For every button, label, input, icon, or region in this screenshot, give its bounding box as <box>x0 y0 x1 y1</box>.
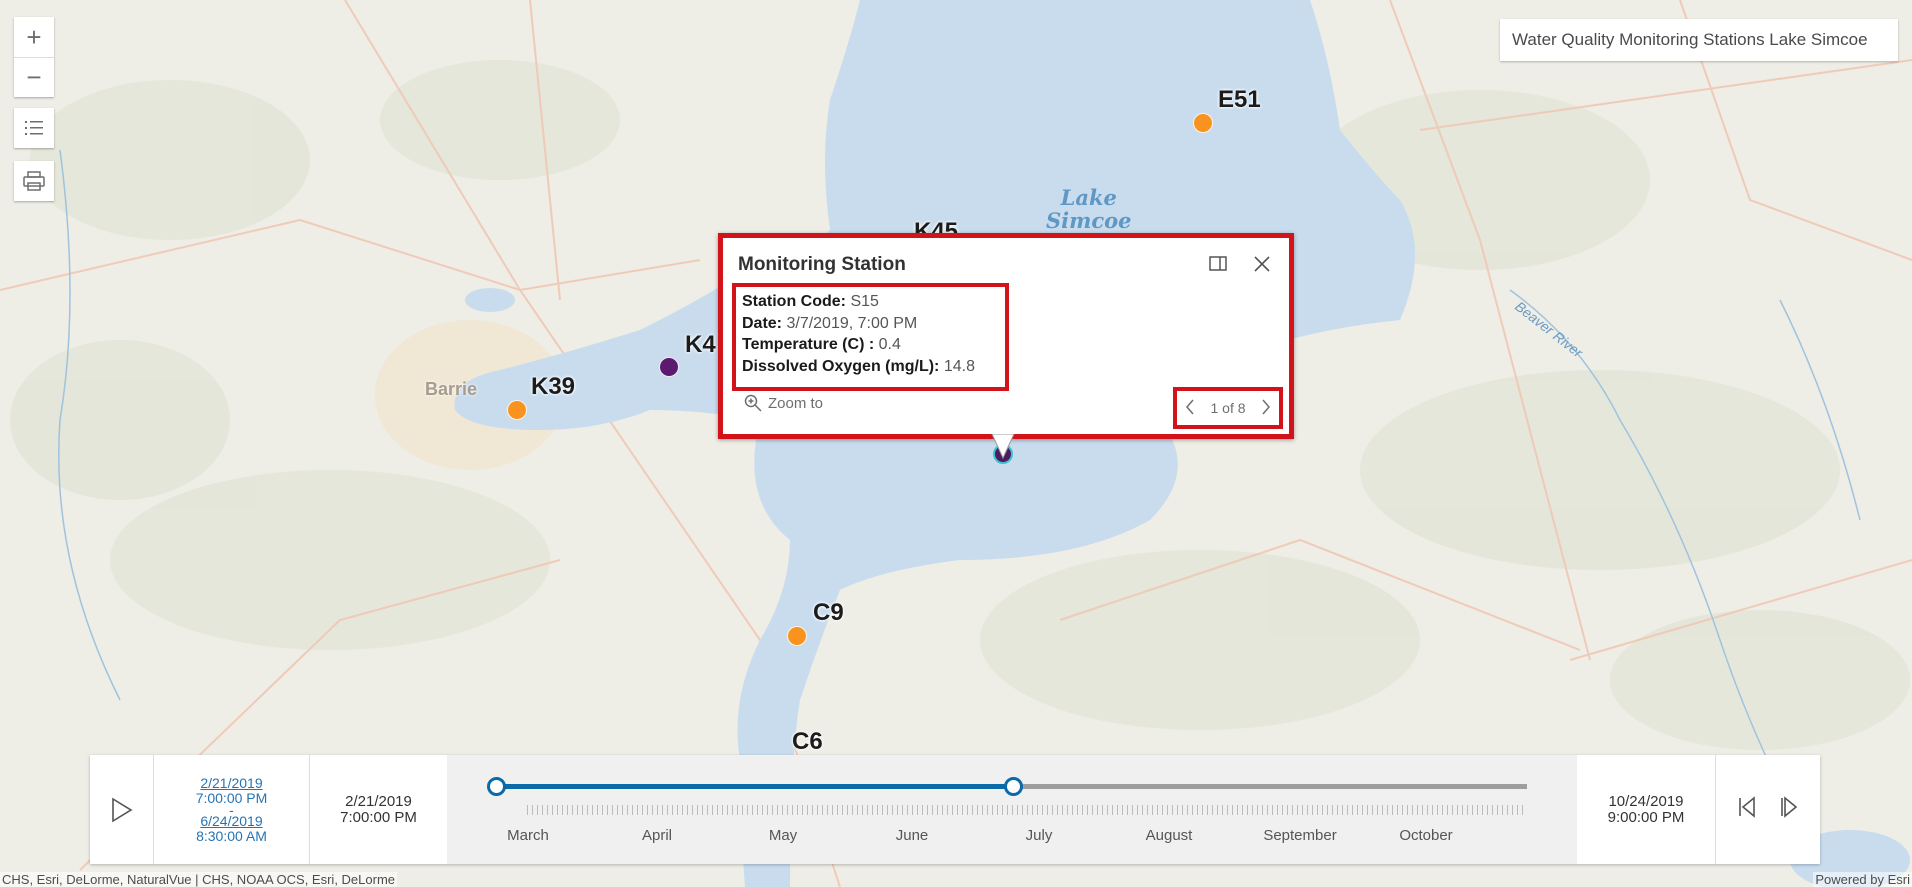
attr-station-code: Station Code: S15 <box>742 291 1005 313</box>
lake-label-line-1: Lake <box>1060 185 1117 210</box>
zoom-to-label: Zoom to <box>768 394 824 412</box>
current-time-range: 2/21/2019 7:00:00 PM - 6/24/2019 8:30:00… <box>154 755 310 864</box>
print-control <box>14 161 54 201</box>
month-label: April <box>641 827 673 844</box>
attr-value: 0.4 <box>878 336 901 353</box>
station-label-c6: C6 <box>792 728 823 755</box>
attr-label: Dissolved Oxygen (mg/L): <box>742 357 940 375</box>
month-label: May <box>768 827 798 844</box>
legend-control <box>14 108 54 148</box>
dock-button[interactable] <box>1206 252 1230 276</box>
popup-actions <box>1206 252 1274 276</box>
zoom-in-button[interactable]: + <box>14 17 54 57</box>
range-start-date: 2/21/2019 <box>200 774 263 791</box>
track-ticks <box>527 805 1527 815</box>
lake-label: Lake Simcoe <box>1046 186 1132 232</box>
previous-step-button[interactable] <box>1737 796 1757 823</box>
month-label: June <box>895 827 929 844</box>
month-label: August <box>1145 827 1193 844</box>
attr-temperature: Temperature (C) : 0.4 <box>742 334 1005 356</box>
attr-value: 3/7/2019, 7:00 PM <box>786 314 918 332</box>
next-feature-button[interactable] <box>1261 399 1271 418</box>
extent-end-date: 10/24/2019 <box>1608 792 1684 810</box>
powered-by-link[interactable]: Powered by Esri <box>1813 872 1912 887</box>
station-marker-k39[interactable] <box>507 400 527 420</box>
attr-value: 14.8 <box>943 357 975 375</box>
zoom-out-button[interactable]: − <box>14 57 54 97</box>
popup-pointer <box>991 434 1015 460</box>
plus-icon: + <box>26 21 42 52</box>
lake-label-line-2: Simcoe <box>1046 208 1132 233</box>
attr-label: Date: <box>742 314 783 332</box>
pager-count: 1 of 8 <box>1210 400 1246 416</box>
track-selected-range <box>497 784 1014 789</box>
town-label-barrie: Barrie <box>425 379 478 399</box>
station-marker-e51[interactable] <box>1193 113 1213 133</box>
magnify-plus-icon <box>744 394 762 412</box>
list-icon <box>25 121 43 135</box>
previous-feature-button[interactable] <box>1185 399 1195 418</box>
print-button[interactable] <box>14 161 54 201</box>
extent-start-time: 7:00:00 PM <box>340 808 417 826</box>
popup-title: Monitoring Station <box>738 254 906 275</box>
station-marker-c9[interactable] <box>787 626 807 646</box>
extent-end-time: 9:00:00 PM <box>1607 808 1685 826</box>
range-start-thumb[interactable] <box>487 777 506 796</box>
chevron-left-icon <box>1186 399 1194 414</box>
printer-icon <box>23 171 45 191</box>
month-label: July <box>1025 827 1053 844</box>
close-icon <box>1254 256 1270 272</box>
station-marker-k42[interactable] <box>659 357 679 377</box>
month-label: October <box>1399 827 1453 844</box>
map-title: Water Quality Monitoring Stations Lake S… <box>1512 30 1868 49</box>
month-label: March <box>507 827 549 844</box>
map-view[interactable]: E51 K45 K4 K39 C9 C6 Barrie Lake Simcoe … <box>0 0 1912 887</box>
range-end-time: 8:30:00 AM <box>196 827 267 844</box>
attr-date: Date: 3/7/2019, 7:00 PM <box>742 313 1005 335</box>
station-label-e51: E51 <box>1218 86 1261 113</box>
time-track[interactable]: March April May June July August Septemb… <box>447 755 1577 864</box>
zoom-controls: + − <box>14 17 54 97</box>
attribute-list: Station Code: S15 Date: 3/7/2019, 7:00 P… <box>732 283 1009 391</box>
station-popup: Monitoring Station Station Code: S15 Dat… <box>718 233 1294 439</box>
extent-start-date: 2/21/2019 <box>345 792 412 810</box>
range-end-date: 6/24/2019 <box>200 812 263 829</box>
attr-label: Station Code: <box>742 293 846 310</box>
attr-value: S15 <box>850 293 879 310</box>
next-step-button[interactable] <box>1779 796 1799 823</box>
play-icon <box>111 797 133 822</box>
chevron-right-icon <box>1262 399 1270 414</box>
step-controls <box>1715 755 1820 864</box>
basemap <box>0 0 1912 887</box>
play-button[interactable] <box>90 755 154 864</box>
step-forward-icon <box>1781 796 1798 818</box>
attr-dissolved-oxygen: Dissolved Oxygen (mg/L): 14.8 <box>742 356 1005 378</box>
extent-start: 2/21/2019 7:00:00 PM <box>310 755 447 864</box>
zoom-to-button[interactable]: Zoom to <box>744 394 823 412</box>
attribution-text: CHS, Esri, DeLorme, NaturalVue | CHS, NO… <box>0 872 398 887</box>
step-back-icon <box>1739 796 1755 818</box>
time-slider: 2/21/2019 7:00:00 PM - 6/24/2019 8:30:00… <box>90 755 1820 864</box>
legend-button[interactable] <box>14 108 54 148</box>
station-label-k42: K4 <box>685 331 716 358</box>
range-end-thumb[interactable] <box>1004 777 1023 796</box>
close-button[interactable] <box>1250 252 1274 276</box>
extent-end: 10/24/2019 9:00:00 PM <box>1577 755 1715 864</box>
map-title-box: Water Quality Monitoring Stations Lake S… <box>1500 19 1898 61</box>
station-label-c9: C9 <box>813 599 844 626</box>
minus-icon: − <box>26 62 42 92</box>
feature-pager: 1 of 8 <box>1173 387 1283 429</box>
month-label: September <box>1263 827 1337 844</box>
station-label-k39: K39 <box>531 373 576 400</box>
dock-icon <box>1209 256 1227 271</box>
attr-label: Temperature (C) : <box>742 336 875 353</box>
